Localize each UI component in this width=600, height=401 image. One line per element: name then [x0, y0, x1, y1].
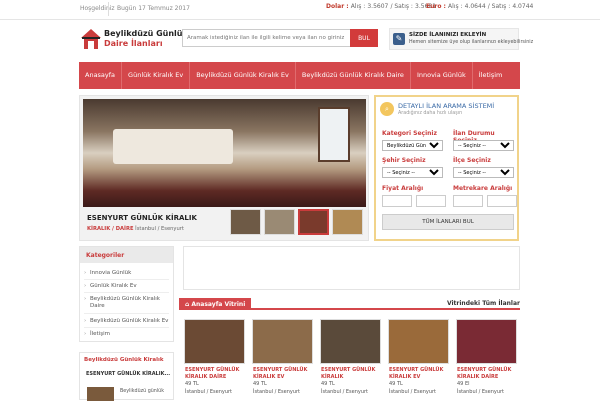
detail-search-subtitle: Aradığınız daha hızlı ulaşın: [398, 111, 463, 116]
detail-search-title: DETAYLI İLAN ARAMA SİSTEMİ: [398, 102, 495, 110]
listing-title[interactable]: ESENYURT GÜNLÜK KİRALIK DAİRE: [185, 367, 245, 381]
listing-card[interactable]: ESENYURT GÜNLÜK KİRALIK DAİRE 49 El İsta…: [456, 319, 517, 400]
category-item[interactable]: İletişim: [84, 328, 169, 340]
slider-caption[interactable]: ESENYURT GÜNLÜK KİRALIK: [87, 214, 197, 222]
nav-item-anasayfa[interactable]: Anasayfa: [79, 62, 123, 89]
category-item[interactable]: Beylikdüzü Günlük Kiralık Ev: [84, 315, 169, 328]
listing-price: 49 El: [457, 381, 470, 387]
listing-price: 49 TL: [185, 381, 199, 387]
sidebar-listing-name[interactable]: ESENYURT GÜNLÜK KİRALIK...: [86, 371, 170, 378]
listing-card[interactable]: ESENYURT GÜNLÜK KİRALIK EV 49 TL İstanbu…: [252, 319, 313, 400]
ilce-label: İlçe Seçiniz: [453, 157, 491, 164]
logo-line1: Beylikdüzü Günlük: [104, 29, 188, 38]
add-listing-title: SİZDE İLANINIZI EKLEYİN: [409, 32, 487, 38]
site-logo[interactable]: Beylikdüzü Günlük Daire İlanları: [80, 28, 188, 52]
metrekare-max-input[interactable]: [487, 195, 517, 207]
top-bar: Hoşgeldiniz Bugün 17 Temmuz 2017 Dolar :…: [0, 0, 600, 20]
listing-title[interactable]: ESENYURT GÜNLÜK KİRALIK EV: [389, 367, 449, 381]
slider-image-bed: [113, 129, 233, 164]
search-icon: ⌕: [380, 102, 394, 116]
slider-main-image[interactable]: [83, 99, 366, 207]
slider-image-window: [318, 107, 350, 162]
listing-card[interactable]: ESENYURT GÜNLÜK KİRALIK EV 49 TL İstanbu…: [388, 319, 449, 400]
listing-card[interactable]: ESENYURT GÜNLÜK KİRALIK DAİRE 49 TL İsta…: [184, 319, 245, 400]
listing-price: 49 TL: [321, 381, 335, 387]
find-all-button[interactable]: TÜM İLANLARI BUL: [382, 214, 514, 230]
listing-image[interactable]: [320, 319, 381, 364]
category-item[interactable]: Beylikdüzü Günlük Kiralık Daire: [84, 293, 169, 314]
listing-location: İstanbul / Esenyurt: [321, 389, 369, 395]
sidebar-listing-box: Beylikdüzü Günlük Kiralık ESENYURT GÜNLÜ…: [79, 352, 174, 401]
category-item[interactable]: Günlük Kiralık Ev: [84, 280, 169, 293]
metrekare-min-input[interactable]: [453, 195, 483, 207]
listing-image[interactable]: [252, 319, 313, 364]
metrekare-label: Metrekare Aralığı: [453, 185, 513, 192]
logo-line2: Daire İlanları: [104, 39, 163, 48]
featured-slider: ESENYURT GÜNLÜK KİRALIK KİRALIK / DAİRE …: [79, 95, 369, 241]
slider-thumb[interactable]: [264, 209, 295, 235]
ad-banner: [183, 246, 520, 290]
sehir-label: Şehir Seçiniz: [382, 157, 426, 164]
kategori-label: Kategori Seçiniz: [382, 130, 437, 137]
slider-category: KİRALIK / DAİRE: [87, 226, 134, 232]
showcase-header: ⌂ Anasayfa Vitrini Vitrindeki Tüm İlanla…: [179, 298, 520, 310]
categories-box: Kategoriler Innovia Günlük Günlük Kiralı…: [79, 246, 174, 342]
house-icon: [81, 29, 101, 49]
fiyat-max-input[interactable]: [416, 195, 446, 207]
date-text: Bugün 17 Temmuz 2017: [117, 5, 190, 12]
listing-image[interactable]: [388, 319, 449, 364]
listing-price: 49 TL: [389, 381, 403, 387]
durum-select[interactable]: -- Seçiniz --: [453, 140, 514, 151]
nav-item-gunluk-kiralik-ev[interactable]: Günlük Kiralık Ev: [122, 62, 191, 89]
add-listing-text: Hemen sitemize üye olup ilanlarınızı ekl…: [409, 40, 534, 45]
nav-item-innovia[interactable]: Innovia Günlük: [411, 62, 473, 89]
category-item[interactable]: Innovia Günlük: [84, 267, 169, 280]
listing-title[interactable]: ESENYURT GÜNLÜK KİRALIK DAİRE: [457, 367, 517, 381]
sehir-select[interactable]: -- Seçiniz --: [382, 167, 443, 178]
categories-title: Kategoriler: [80, 247, 173, 263]
detailed-search-panel: ⌕ DETAYLI İLAN ARAMA SİSTEMİ Aradığınız …: [374, 95, 519, 241]
listing-image[interactable]: [456, 319, 517, 364]
showcase-tab[interactable]: ⌂ Anasayfa Vitrini: [179, 298, 252, 310]
topbar-divider: [108, 2, 109, 16]
listing-title[interactable]: ESENYURT GÜNLÜK KİRALIK: [321, 367, 381, 381]
add-listing-banner[interactable]: ✎ SİZDE İLANINIZI EKLEYİN Hemen sitemize…: [389, 28, 533, 50]
slider-thumb[interactable]: [298, 209, 329, 235]
showcase-all-link[interactable]: Vitrindeki Tüm İlanlar: [447, 300, 520, 307]
listing-price: 49 TL: [253, 381, 267, 387]
kategori-select[interactable]: Beylikdüzü Günlük: [382, 140, 443, 151]
listing-card[interactable]: ESENYURT GÜNLÜK KİRALIK 49 TL İstanbul /…: [320, 319, 381, 400]
listing-location: İstanbul / Esenyurt: [457, 389, 505, 395]
add-listing-icon: ✎: [393, 33, 405, 45]
nav-item-iletisim[interactable]: İletişim: [473, 62, 509, 89]
ilce-select[interactable]: -- Seçiniz --: [453, 167, 514, 178]
search-box: BUL: [182, 29, 378, 47]
main-nav: Anasayfa Günlük Kiralık Ev Beylikdüzü Gü…: [79, 62, 520, 89]
nav-item-beylikduzu-daire[interactable]: Beylikdüzü Günlük Kiralık Daire: [296, 62, 411, 89]
listing-image[interactable]: [184, 319, 245, 364]
nav-item-beylikduzu-ev[interactable]: Beylikdüzü Günlük Kiralık Ev: [190, 62, 296, 89]
search-button[interactable]: BUL: [350, 29, 378, 47]
fiyat-min-input[interactable]: [382, 195, 412, 207]
listing-location: İstanbul / Esenyurt: [253, 389, 301, 395]
sidebar-listing-thumb[interactable]: [87, 387, 114, 401]
slider-thumb[interactable]: [230, 209, 261, 235]
sidebar-listing-title: Beylikdüzü Günlük Kiralık: [84, 357, 164, 363]
listing-title[interactable]: ESENYURT GÜNLÜK KİRALIK EV: [253, 367, 313, 381]
sidebar-listing-desc: Beylikdüzü günlük: [120, 389, 164, 394]
fiyat-label: Fiyat Aralığı: [382, 185, 424, 192]
greeting-text: Hoşgeldiniz: [80, 5, 115, 12]
listing-location: İstanbul / Esenyurt: [185, 389, 233, 395]
listing-location: İstanbul / Esenyurt: [389, 389, 437, 395]
dollar-rate: Dolar : Alış : 3.5607 / Satış : 3.5681: [326, 3, 437, 10]
slider-thumb[interactable]: [332, 209, 363, 235]
euro-rate: Euro : Alış : 4.0644 / Satış : 4.0744: [426, 3, 534, 10]
slider-location: İstanbul / Esenyurt: [135, 226, 184, 232]
search-input[interactable]: [183, 30, 348, 46]
slider-meta: KİRALIK / DAİRE İstanbul / Esenyurt: [87, 226, 184, 232]
